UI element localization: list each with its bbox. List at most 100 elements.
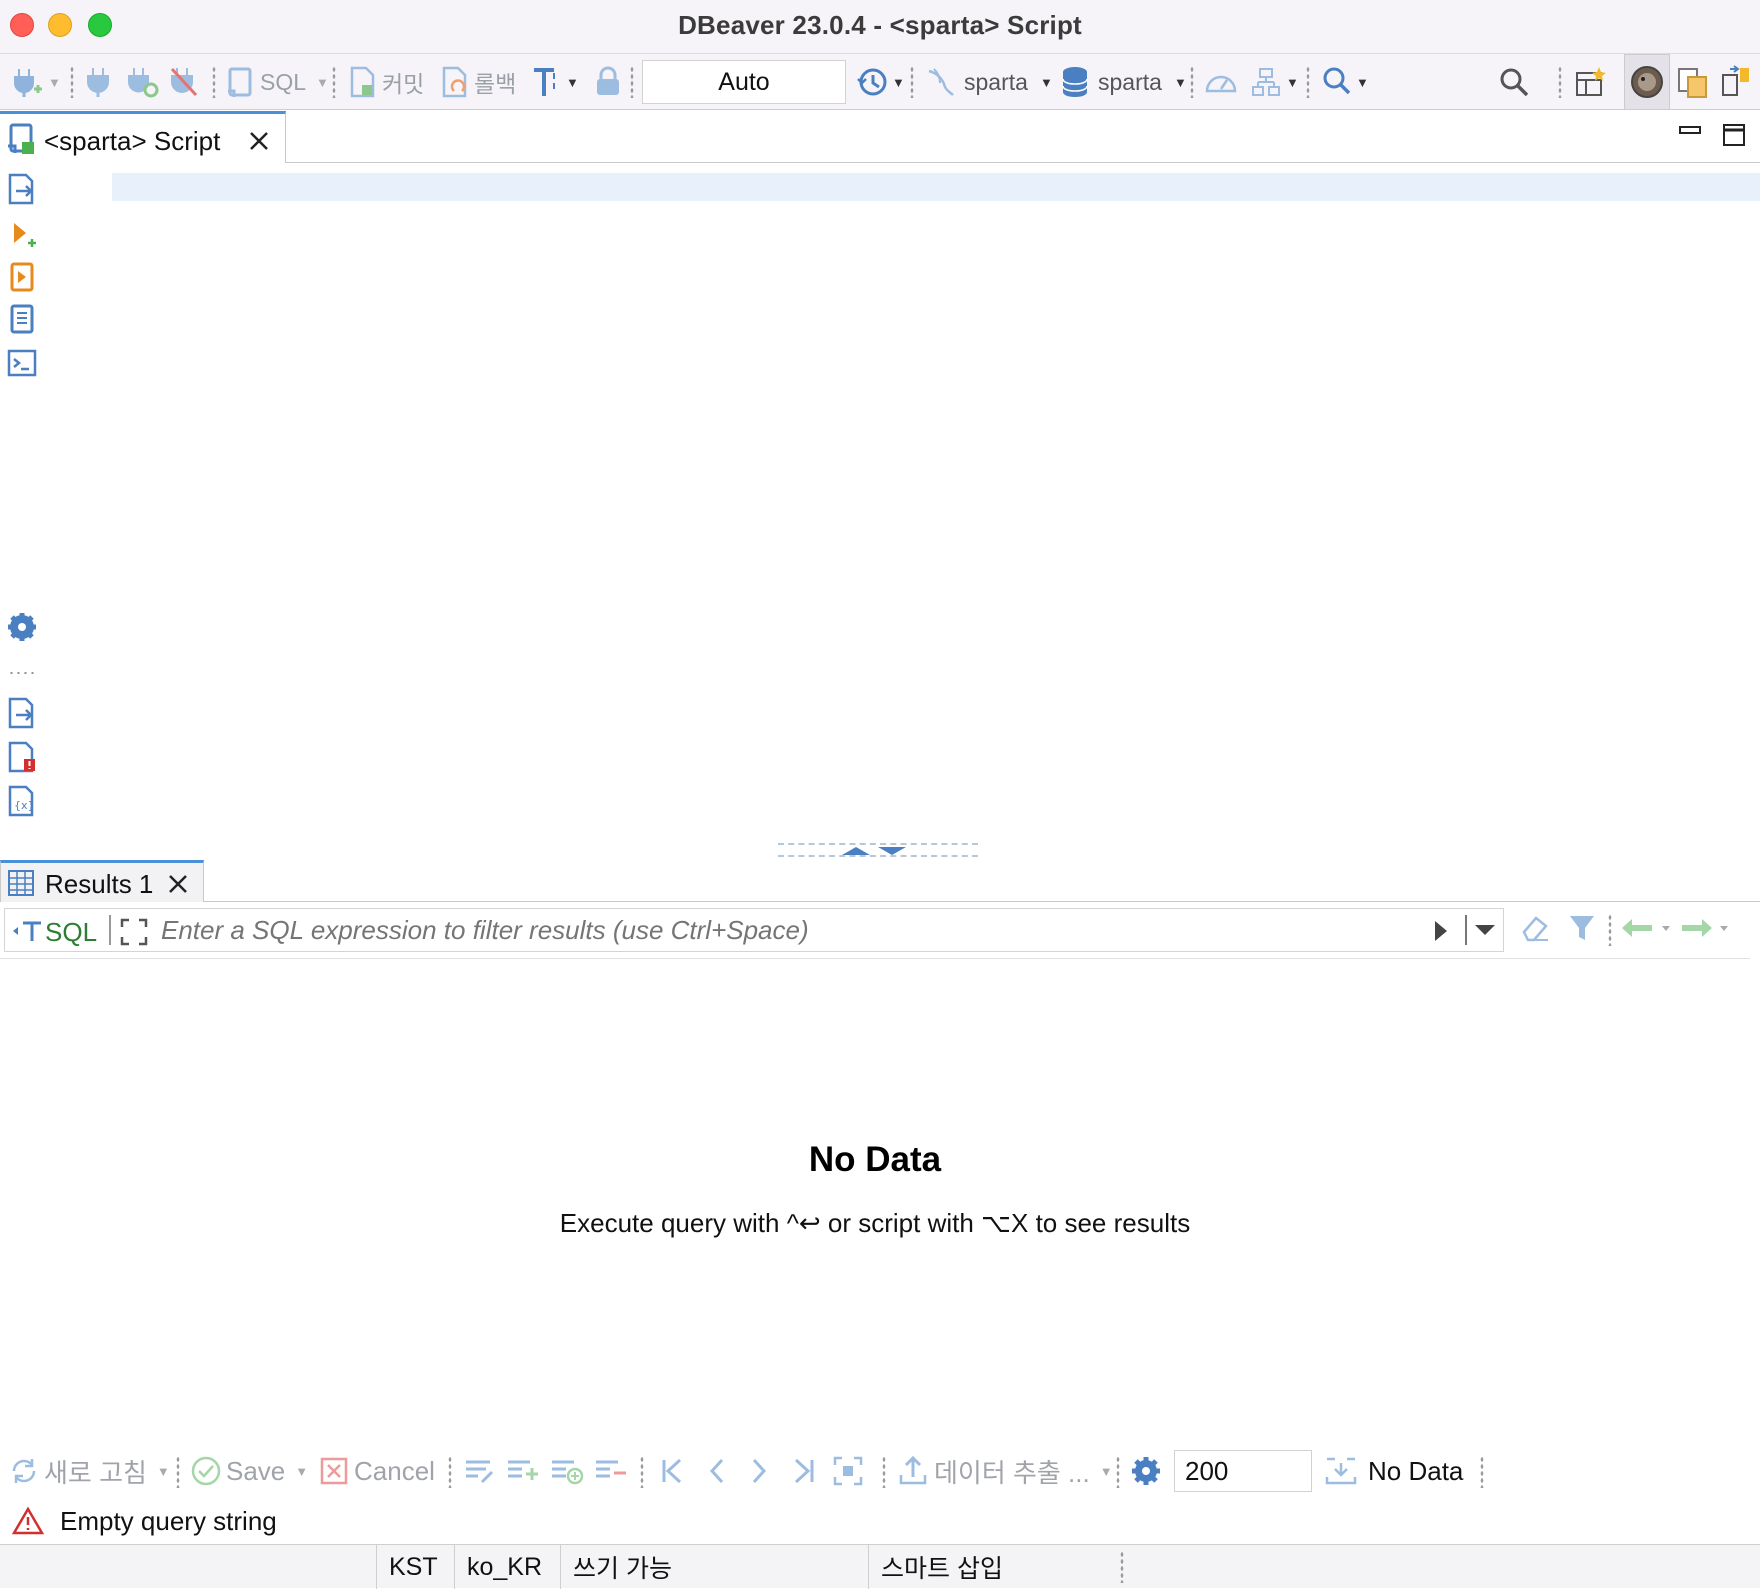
transaction-log-button[interactable]: ▼ (856, 54, 905, 110)
rollback-button[interactable]: 롤백 (440, 54, 516, 110)
new-connection-button[interactable]: ▼ (10, 54, 61, 110)
toolbar-separator (882, 1456, 886, 1488)
toolbar-separator (640, 1456, 644, 1488)
export-data-button[interactable]: 데이터 추출 ... ▼ (898, 1446, 1113, 1496)
previous-page-button[interactable] (706, 1446, 728, 1496)
no-data-title: No Data (808, 1140, 942, 1179)
transfer-button[interactable] (1720, 54, 1752, 110)
filter-input[interactable] (161, 915, 1401, 946)
refresh-icon (12, 1459, 36, 1483)
window-title: DBeaver 23.0.4 - <sparta> Script (678, 10, 1082, 40)
schema-selector[interactable]: sparta ▼ (1060, 54, 1187, 110)
first-page-button[interactable] (660, 1446, 686, 1496)
copy-row-icon (552, 1460, 584, 1485)
rollback-label: 롤백 (474, 71, 517, 97)
cancel-label: Cancel (354, 1455, 435, 1486)
toolbar-separator (212, 66, 216, 98)
lock-button[interactable] (594, 54, 622, 110)
transaction-mode-field[interactable]: Auto (642, 60, 846, 104)
text-format-icon (534, 68, 555, 96)
execute-script-native-icon[interactable] (6, 303, 38, 335)
filter-underline (0, 958, 1750, 959)
apply-filter-icon[interactable] (1431, 919, 1451, 943)
expand-icon[interactable] (119, 917, 149, 947)
schema-label: sparta (1098, 68, 1162, 95)
cancel-button[interactable]: Cancel (320, 1446, 435, 1496)
magnifier-icon (1323, 67, 1351, 95)
toolbar-separator (1190, 66, 1194, 98)
eraser-icon[interactable] (1520, 912, 1552, 944)
minimize-icon[interactable] (1678, 123, 1702, 143)
reconnect-button[interactable] (126, 54, 160, 110)
results-settings-button[interactable] (1130, 1446, 1162, 1496)
dbeaver-perspective-button[interactable] (1624, 54, 1670, 110)
global-search-button[interactable] (1498, 54, 1530, 110)
beaver-logo-icon (1631, 66, 1663, 98)
editor-tab[interactable]: <sparta> Script (0, 111, 286, 163)
status-separator (1120, 1551, 1124, 1583)
data-transfer-icon (1722, 65, 1749, 96)
toolbar-separator (1480, 1456, 1484, 1488)
close-icon[interactable] (248, 130, 270, 152)
results-tab[interactable]: Results 1 (0, 860, 204, 902)
refresh-label: 새로 고침 (44, 1457, 147, 1488)
history-icon (857, 68, 887, 96)
save-button[interactable]: Save ▼ (190, 1446, 308, 1496)
status-insert-mode: 스마트 삽입 (868, 1545, 1118, 1589)
sash-arrows-icon[interactable] (838, 845, 910, 857)
sql-editor-button[interactable]: SQL ▼ (226, 54, 329, 110)
filter-sql-label[interactable]: SQL (45, 917, 97, 948)
execute-script-icon[interactable] (6, 261, 38, 293)
add-row-icon (508, 1460, 538, 1480)
status-timezone: KST (376, 1545, 454, 1589)
focus-frame-icon (833, 1456, 863, 1486)
variables-icon[interactable]: {x} (6, 785, 38, 817)
next-page-button[interactable] (748, 1446, 770, 1496)
sidebar-separator (8, 671, 36, 675)
forward-arrow-icon[interactable] (1680, 916, 1732, 940)
explain-plan-button[interactable]: ▼ (1250, 54, 1299, 110)
editor-tab-label: <sparta> Script (44, 126, 221, 156)
execution-log-icon[interactable] (6, 741, 38, 773)
commit-label: 커밋 (382, 71, 425, 97)
export-upload-icon (899, 1455, 927, 1485)
delete-row-icon (596, 1460, 626, 1478)
execute-statement-icon[interactable] (6, 173, 38, 205)
maximize-icon[interactable] (1722, 123, 1746, 149)
project-perspective-button[interactable] (1676, 54, 1710, 110)
current-line-highlight (112, 173, 1760, 201)
delete-row-button[interactable] (594, 1446, 628, 1496)
svg-text:{x}: {x} (14, 799, 35, 812)
add-row-button[interactable] (506, 1446, 540, 1496)
fetch-all-button[interactable] (832, 1446, 864, 1496)
fetch-size-input[interactable]: 200 (1174, 1450, 1312, 1492)
datasource-selector[interactable]: sparta ▼ (926, 54, 1053, 110)
sql-editor-icon (228, 67, 252, 97)
show-output-icon[interactable] (6, 697, 38, 729)
commit-button[interactable]: 커밋 (348, 54, 424, 110)
funnel-filter-icon[interactable] (1568, 912, 1596, 944)
disconnect-button[interactable] (168, 54, 200, 110)
back-arrow-icon[interactable] (1620, 916, 1672, 940)
search-menu-button[interactable]: ▼ (1322, 54, 1369, 110)
editor-tab-strip: <sparta> Script (0, 111, 1760, 163)
dashboard-button[interactable] (1204, 54, 1238, 110)
new-perspective-button[interactable] (1574, 54, 1608, 110)
status-write-mode: 쓰기 가능 (560, 1545, 868, 1589)
last-page-icon (794, 1458, 814, 1484)
transaction-mode-button[interactable]: ▼ (532, 54, 579, 110)
edit-row-button[interactable] (464, 1446, 496, 1496)
settings-gear-icon[interactable] (6, 611, 38, 643)
last-page-button[interactable] (790, 1446, 816, 1496)
refresh-button[interactable]: 새로 고침 ▼ (8, 1446, 170, 1496)
row-count-button[interactable]: No Data (1324, 1446, 1463, 1496)
execute-new-tab-icon[interactable] (6, 219, 38, 251)
toolbar-separator (176, 1456, 180, 1488)
close-icon[interactable] (167, 873, 189, 895)
terminal-icon[interactable] (6, 347, 38, 379)
connect-button[interactable] (84, 54, 114, 110)
filter-history-dropdown-icon[interactable] (1473, 921, 1497, 939)
plug-refresh-icon (128, 68, 159, 98)
copy-row-button[interactable] (550, 1446, 584, 1496)
sql-editor[interactable]: {x} (0, 163, 1760, 857)
